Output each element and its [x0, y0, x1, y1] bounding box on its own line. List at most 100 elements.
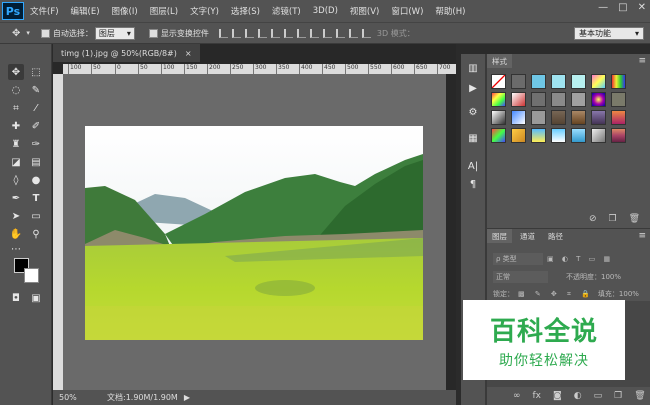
group-icon[interactable]: ▭ — [594, 391, 603, 401]
move-tool-icon[interactable]: ✥ — [8, 64, 24, 80]
workspace-dropdown[interactable]: 基本功能 ▾ — [574, 27, 644, 40]
style-swatch[interactable] — [611, 128, 626, 143]
chevron-down-icon[interactable]: ▾ — [26, 29, 30, 37]
distribute-top-icon[interactable] — [296, 28, 306, 38]
style-swatch[interactable] — [511, 92, 526, 107]
minimize-icon[interactable]: — — [598, 2, 608, 13]
menu-edit[interactable]: 编辑(E) — [65, 5, 106, 17]
style-swatch[interactable] — [551, 128, 566, 143]
style-swatch[interactable] — [491, 128, 506, 143]
align-right-icon[interactable] — [283, 28, 293, 38]
panel-menu-icon[interactable]: ≡ — [638, 56, 646, 66]
history-icon[interactable]: ▥ — [465, 60, 481, 76]
style-swatch[interactable] — [551, 110, 566, 125]
layer-style-icon[interactable]: fx — [533, 391, 542, 401]
style-swatch[interactable] — [551, 74, 566, 89]
lasso-tool-icon[interactable]: ◌ — [8, 82, 24, 98]
hand-tool-icon[interactable]: ✋ — [8, 226, 24, 242]
style-swatch[interactable] — [571, 92, 586, 107]
distribute-center-icon[interactable] — [348, 28, 358, 38]
show-transform-checkbox[interactable] — [148, 28, 158, 38]
link-layers-icon[interactable]: ∞ — [513, 391, 521, 401]
menu-help[interactable]: 帮助(H) — [429, 5, 471, 17]
style-swatch[interactable] — [511, 110, 526, 125]
gradient-tool-icon[interactable]: ▤ — [28, 154, 44, 170]
info-icon[interactable]: ▦ — [465, 130, 481, 146]
style-swatch[interactable] — [611, 110, 626, 125]
menu-type[interactable]: 文字(Y) — [184, 5, 225, 17]
style-swatch[interactable] — [491, 92, 506, 107]
close-icon[interactable]: ✕ — [638, 2, 646, 13]
crop-tool-icon[interactable]: ⌗ — [8, 100, 24, 116]
tab-channels[interactable]: 通道 — [515, 229, 540, 243]
distribute-left-icon[interactable] — [335, 28, 345, 38]
menu-3d[interactable]: 3D(D) — [307, 6, 344, 16]
delete-layer-icon[interactable]: 🗑 — [634, 391, 645, 401]
landscape-photo[interactable] — [85, 126, 423, 340]
pen-tool-icon[interactable]: ✒ — [8, 190, 24, 206]
maximize-icon[interactable]: □ — [618, 2, 627, 13]
fill-field[interactable]: 填充：100% — [598, 289, 639, 299]
menu-file[interactable]: 文件(F) — [24, 5, 65, 17]
panel-menu-icon[interactable]: ≡ — [638, 231, 646, 241]
tab-styles[interactable]: 样式 — [487, 54, 512, 68]
style-swatch[interactable] — [571, 110, 586, 125]
blur-tool-icon[interactable]: ◊ — [8, 172, 24, 188]
style-swatch[interactable] — [491, 110, 506, 125]
menu-select[interactable]: 选择(S) — [225, 5, 266, 17]
tab-layers[interactable]: 图层 — [487, 229, 512, 243]
zoom-level[interactable]: 50% — [53, 393, 93, 402]
menu-window[interactable]: 窗口(W) — [385, 5, 429, 17]
style-swatch[interactable] — [531, 110, 546, 125]
clear-style-icon[interactable]: ⊘ — [589, 214, 597, 224]
blend-mode-dropdown[interactable]: 正常 — [493, 271, 548, 283]
lock-icons[interactable]: ▩ ✎ ✥ ⌗ 🔒 — [518, 290, 594, 299]
menu-view[interactable]: 视图(V) — [344, 5, 385, 17]
zoom-tool-icon[interactable]: ⚲ — [28, 226, 44, 242]
align-top-icon[interactable] — [218, 28, 228, 38]
layer-kind-filter[interactable]: ρ 类型 — [493, 253, 543, 265]
history-brush-tool-icon[interactable]: ✑ — [28, 136, 44, 152]
opacity-field[interactable]: 不透明度：100% — [566, 272, 621, 282]
adjustment-layer-icon[interactable]: ◐ — [574, 391, 582, 401]
healing-brush-tool-icon[interactable]: ✚ — [8, 118, 24, 134]
style-swatch[interactable] — [571, 74, 586, 89]
style-swatch[interactable] — [611, 74, 626, 89]
align-bottom-icon[interactable] — [244, 28, 254, 38]
properties-icon[interactable]: ⚙ — [465, 104, 481, 120]
character-icon[interactable]: A| — [465, 158, 481, 174]
background-color-swatch[interactable] — [24, 268, 39, 283]
quick-select-tool-icon[interactable]: ✎ — [28, 82, 44, 98]
actions-play-icon[interactable]: ▶ — [465, 80, 481, 96]
layer-mask-icon[interactable]: ◙ — [553, 391, 562, 401]
distribute-right-icon[interactable] — [361, 28, 371, 38]
eraser-tool-icon[interactable]: ◪ — [8, 154, 24, 170]
eyedropper-tool-icon[interactable]: ⁄ — [28, 100, 44, 116]
style-swatch[interactable] — [591, 128, 606, 143]
auto-select-checkbox[interactable] — [40, 28, 50, 38]
paragraph-icon[interactable]: ¶ — [465, 176, 481, 192]
marquee-tool-icon[interactable]: ⬚ — [28, 64, 44, 80]
menu-filter[interactable]: 滤镜(T) — [266, 5, 307, 17]
clone-stamp-tool-icon[interactable]: ♜ — [8, 136, 24, 152]
document-tab[interactable]: timg (1).jpg @ 50%(RGB/8#) × — [53, 44, 200, 62]
style-swatch[interactable] — [591, 92, 606, 107]
more-tools-icon[interactable]: ⋯ — [8, 241, 24, 257]
style-swatch[interactable] — [511, 128, 526, 143]
style-swatch[interactable] — [531, 128, 546, 143]
align-left-icon[interactable] — [257, 28, 267, 38]
filter-icons[interactable]: ▣ ◐ T ▭ ▦ — [547, 255, 613, 263]
align-center-icon[interactable] — [270, 28, 280, 38]
style-swatch[interactable] — [591, 110, 606, 125]
close-tab-icon[interactable]: × — [185, 49, 192, 58]
menu-layer[interactable]: 图层(L) — [144, 5, 184, 17]
align-middle-icon[interactable] — [231, 28, 241, 38]
distribute-bottom-icon[interactable] — [322, 28, 332, 38]
tab-paths[interactable]: 路径 — [543, 229, 568, 243]
screen-mode-icon[interactable]: ▣ — [28, 290, 44, 306]
style-swatch[interactable] — [571, 128, 586, 143]
rectangle-tool-icon[interactable]: ▭ — [28, 208, 44, 224]
new-layer-icon[interactable]: ❐ — [614, 391, 622, 401]
style-swatch[interactable] — [611, 92, 626, 107]
style-swatch[interactable] — [491, 74, 506, 89]
